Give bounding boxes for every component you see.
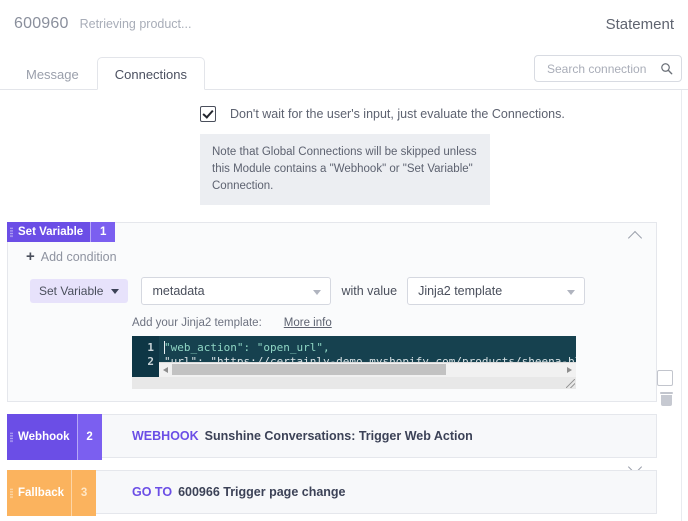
search-connection-box[interactable] bbox=[534, 55, 682, 82]
delete-connection-icon[interactable] bbox=[659, 392, 673, 407]
tab-connections[interactable]: Connections bbox=[96, 57, 206, 90]
resize-grip-icon[interactable] bbox=[566, 379, 575, 388]
module-id: 600960 bbox=[14, 15, 69, 32]
scroll-left-arrow-icon[interactable] bbox=[159, 363, 172, 377]
value-type-value: Jinja2 template bbox=[418, 284, 503, 298]
with-value-label: with value bbox=[341, 284, 398, 298]
select-connection-checkbox[interactable] bbox=[657, 370, 673, 386]
connection-card-set-variable: Set Variable 1 + Add condition Set Varia… bbox=[7, 222, 657, 402]
connection-kind-label: WEBHOOK bbox=[132, 429, 199, 443]
connection-card-webhook[interactable]: Webhook 2 WEBHOOK Sunshine Conversations… bbox=[7, 414, 657, 475]
connection-badge-set-variable[interactable]: Set Variable 1 bbox=[7, 222, 116, 242]
chevron-down-icon bbox=[313, 290, 322, 295]
connection-badge-number: 1 bbox=[90, 222, 116, 242]
scrollbar-thumb[interactable] bbox=[172, 364, 446, 375]
jinja-editor[interactable]: 1 2 "web_action": "open_url", "url": "ht… bbox=[132, 336, 576, 389]
drag-handle-icon[interactable] bbox=[7, 222, 16, 242]
connection-badge-fallback[interactable]: Fallback 3 bbox=[7, 470, 97, 516]
search-icon bbox=[661, 63, 673, 75]
connection-badge-webhook[interactable]: Webhook 2 bbox=[7, 414, 102, 460]
skip-wait-label: Don't wait for the user's input, just ev… bbox=[230, 107, 565, 121]
connection-kind-label: GO TO bbox=[132, 485, 173, 499]
editor-resize-bar[interactable] bbox=[132, 377, 576, 389]
variable-name-select[interactable]: metadata bbox=[141, 277, 332, 305]
add-condition-button[interactable]: + Add condition bbox=[26, 249, 117, 264]
code-line: "web_action": "open_url", bbox=[164, 341, 330, 354]
connection-badge-number: 2 bbox=[76, 414, 102, 460]
scroll-right-arrow-icon[interactable] bbox=[563, 363, 576, 377]
expand-toggle-fallback[interactable] bbox=[622, 513, 648, 521]
connection-badge-label: Fallback bbox=[18, 487, 65, 499]
line-number: 1 bbox=[147, 341, 154, 354]
page-scrollbar[interactable] bbox=[681, 90, 688, 521]
value-type-select[interactable]: Jinja2 template bbox=[407, 277, 586, 305]
chevron-down-icon bbox=[567, 290, 576, 295]
skip-wait-checkbox[interactable] bbox=[200, 106, 216, 122]
text-cursor bbox=[164, 341, 165, 354]
variable-name-value: metadata bbox=[152, 284, 205, 298]
connection-card-fallback[interactable]: Fallback 3 GO TO 600966 Trigger page cha… bbox=[7, 470, 657, 521]
fallback-summary: GO TO 600966 Trigger page change bbox=[8, 471, 656, 513]
editor-horizontal-scrollbar[interactable] bbox=[159, 362, 576, 377]
plus-icon: + bbox=[26, 248, 35, 265]
jinja-hint-row: Add your Jinja2 template: More info bbox=[132, 317, 656, 329]
connection-badge-label: Set Variable bbox=[18, 226, 84, 238]
more-info-link[interactable]: More info bbox=[284, 317, 332, 329]
connection-badge-number: 3 bbox=[71, 470, 96, 516]
webhook-summary: WEBHOOK Sunshine Conversations: Trigger … bbox=[8, 415, 656, 457]
connections-panel: Don't wait for the user's input, just ev… bbox=[0, 90, 682, 521]
connection-title: 600966 Trigger page change bbox=[178, 485, 346, 499]
statement-label: Statement bbox=[605, 15, 674, 33]
tab-message[interactable]: Message bbox=[8, 57, 97, 90]
connection-title: Sunshine Conversations: Trigger Web Acti… bbox=[204, 429, 473, 443]
connection-badge-label: Webhook bbox=[18, 431, 70, 443]
jinja-hint-label: Add your Jinja2 template: bbox=[132, 317, 262, 329]
drag-handle-icon[interactable] bbox=[7, 470, 16, 516]
global-connections-note: Note that Global Connections will be ski… bbox=[200, 134, 490, 205]
skip-wait-row: Don't wait for the user's input, just ev… bbox=[0, 90, 681, 122]
collapse-toggle-set-variable[interactable] bbox=[622, 223, 648, 249]
add-condition-label: Add condition bbox=[40, 249, 117, 264]
drag-handle-icon[interactable] bbox=[7, 414, 16, 460]
page-header: 600960 Retrieving product... Statement bbox=[0, 0, 688, 48]
module-name: Retrieving product... bbox=[79, 17, 192, 31]
set-variable-controls: Set Variable metadata with value Jinja2 … bbox=[30, 277, 656, 305]
action-type-label: Set Variable bbox=[39, 284, 104, 298]
scrollbar-track[interactable] bbox=[172, 363, 563, 377]
search-input[interactable] bbox=[545, 60, 660, 77]
action-type-dropdown[interactable]: Set Variable bbox=[30, 279, 129, 303]
line-number: 2 bbox=[147, 355, 154, 368]
chevron-down-icon bbox=[111, 288, 120, 294]
